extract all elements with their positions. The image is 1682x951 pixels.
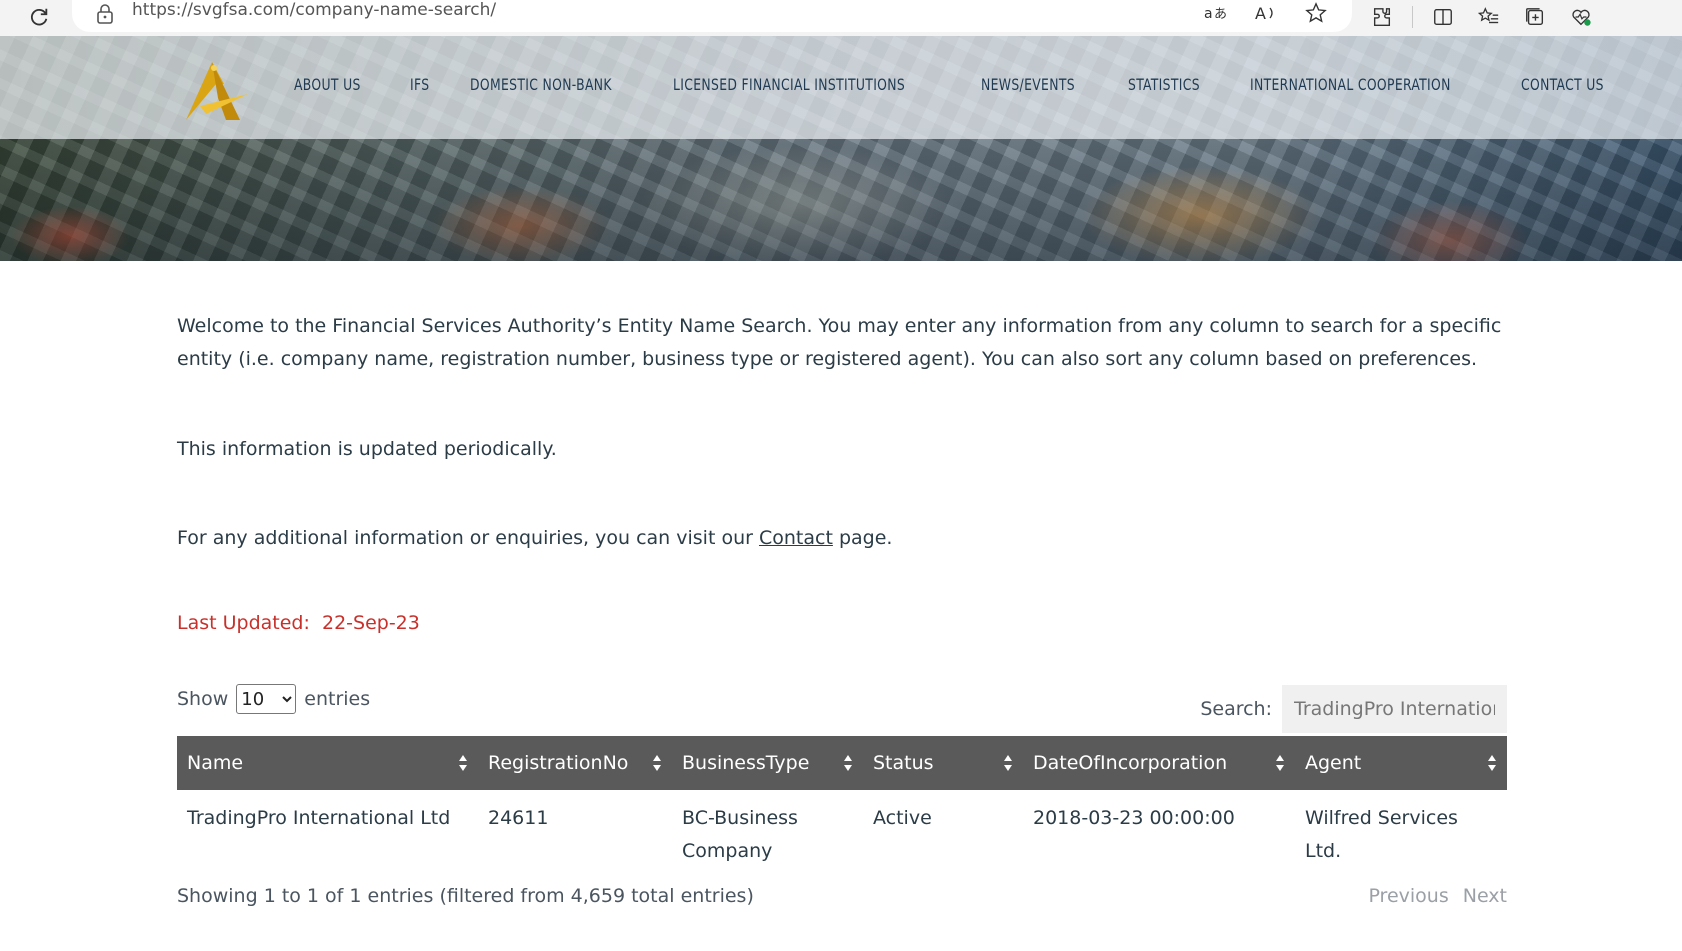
column-label: DateOfIncorporation (1033, 752, 1228, 774)
column-label: RegistrationNo (488, 752, 629, 774)
table-info: Showing 1 to 1 of 1 entries (filtered fr… (177, 885, 754, 907)
sort-icon (458, 753, 468, 773)
main-navigation: ABOUT US IFS DOMESTIC NON-BANK LICENSED … (0, 36, 1682, 139)
next-button[interactable]: Next (1463, 885, 1507, 907)
svg-text:A: A (1255, 4, 1266, 23)
collections-icon[interactable] (1519, 2, 1551, 32)
read-aloud-icon[interactable]: A (1250, 0, 1282, 28)
browser-toolbar: https://svgfsa.com/company-name-search/ … (0, 0, 1682, 36)
sort-icon (652, 753, 662, 773)
nav-news-events[interactable]: NEWS/EVENTS (981, 75, 1075, 94)
search-input[interactable] (1282, 685, 1507, 733)
cell-businesstype: BC-Business Company (682, 807, 798, 862)
column-label: BusinessType (682, 752, 810, 774)
table-row: TradingPro International Ltd 24611 BC-Bu… (177, 790, 1507, 868)
table-header-row: Name RegistrationNo BusinessType Status … (177, 736, 1507, 790)
cell-dateofincorporation: 2018-03-23 00:00:00 (1033, 807, 1235, 829)
toolbar-separator (1412, 6, 1413, 28)
results-table: Name RegistrationNo BusinessType Status … (177, 736, 1507, 868)
search-label: Search: (1200, 698, 1272, 720)
update-note: This information is updated periodically… (177, 438, 557, 460)
column-label: Status (873, 752, 934, 774)
nav-international-cooperation[interactable]: INTERNATIONAL COOPERATION (1250, 75, 1451, 94)
address-bar[interactable]: https://svgfsa.com/company-name-search/ … (72, 0, 1352, 32)
url-text[interactable]: https://svgfsa.com/company-name-search/ (132, 0, 496, 20)
column-header-businesstype[interactable]: BusinessType (672, 736, 863, 790)
column-header-agent[interactable]: Agent (1295, 736, 1507, 790)
header-banner: ABOUT US IFS DOMESTIC NON-BANK LICENSED … (0, 36, 1682, 261)
cell-status: Active (873, 807, 932, 829)
nav-domestic-non-bank[interactable]: DOMESTIC NON-BANK (470, 75, 612, 94)
contact-prefix: For any additional information or enquir… (177, 527, 753, 549)
column-header-name[interactable]: Name (177, 736, 478, 790)
page-size-select[interactable]: 102550100 (236, 684, 297, 714)
sort-icon (1487, 753, 1497, 773)
svg-text:a: a (1204, 6, 1213, 22)
svg-text:あ: あ (1214, 7, 1227, 22)
previous-button[interactable]: Previous (1368, 885, 1448, 907)
split-screen-icon[interactable] (1427, 2, 1459, 32)
contact-suffix: page. (838, 527, 893, 549)
column-header-status[interactable]: Status (863, 736, 1023, 790)
column-label: Name (187, 752, 244, 774)
browser-essentials-icon[interactable] (1565, 2, 1597, 32)
page-size-control: Show 102550100 entries (177, 684, 370, 714)
table-search: Search: (1200, 685, 1507, 733)
nav-licensed-financial-institutions[interactable]: LICENSED FINANCIAL INSTITUTIONS (673, 75, 905, 94)
favorite-star-icon[interactable] (1300, 0, 1332, 28)
lock-icon (96, 4, 116, 26)
cell-agent: Wilfred Services Ltd. (1305, 807, 1458, 862)
cell-name: TradingPro International Ltd (187, 807, 451, 829)
pagination: Previous Next (1368, 885, 1507, 907)
fsa-logo[interactable] (178, 54, 252, 124)
intro-paragraph: Welcome to the Financial Services Author… (177, 315, 1502, 370)
contact-link[interactable]: Contact (759, 527, 833, 549)
column-label: Agent (1305, 752, 1362, 774)
contact-paragraph: For any additional information or enquir… (177, 522, 892, 555)
entries-label: entries (304, 688, 371, 710)
nav-menu: ABOUT US IFS DOMESTIC NON-BANK LICENSED … (294, 75, 1656, 94)
sort-icon (843, 753, 853, 773)
last-updated-label: Last Updated: (177, 612, 310, 634)
cell-registrationno: 24611 (488, 807, 549, 829)
column-header-dateofincorporation[interactable]: DateOfIncorporation (1023, 736, 1295, 790)
nav-ifs[interactable]: IFS (410, 75, 429, 94)
favorites-list-icon[interactable] (1473, 2, 1505, 32)
reload-icon[interactable] (24, 2, 54, 32)
extensions-icon[interactable] (1366, 2, 1398, 32)
nav-statistics[interactable]: STATISTICS (1128, 75, 1200, 94)
sort-icon (1275, 753, 1285, 773)
last-updated-value: 22-Sep-23 (321, 612, 420, 634)
translate-icon[interactable]: aあ (1200, 0, 1232, 28)
nav-contact-us[interactable]: CONTACT US (1521, 75, 1604, 94)
column-header-registrationno[interactable]: RegistrationNo (478, 736, 672, 790)
last-updated: Last Updated: 22-Sep-23 (177, 612, 420, 634)
show-label: Show (177, 688, 229, 710)
sort-icon (1003, 753, 1013, 773)
nav-about-us[interactable]: ABOUT US (294, 75, 361, 94)
